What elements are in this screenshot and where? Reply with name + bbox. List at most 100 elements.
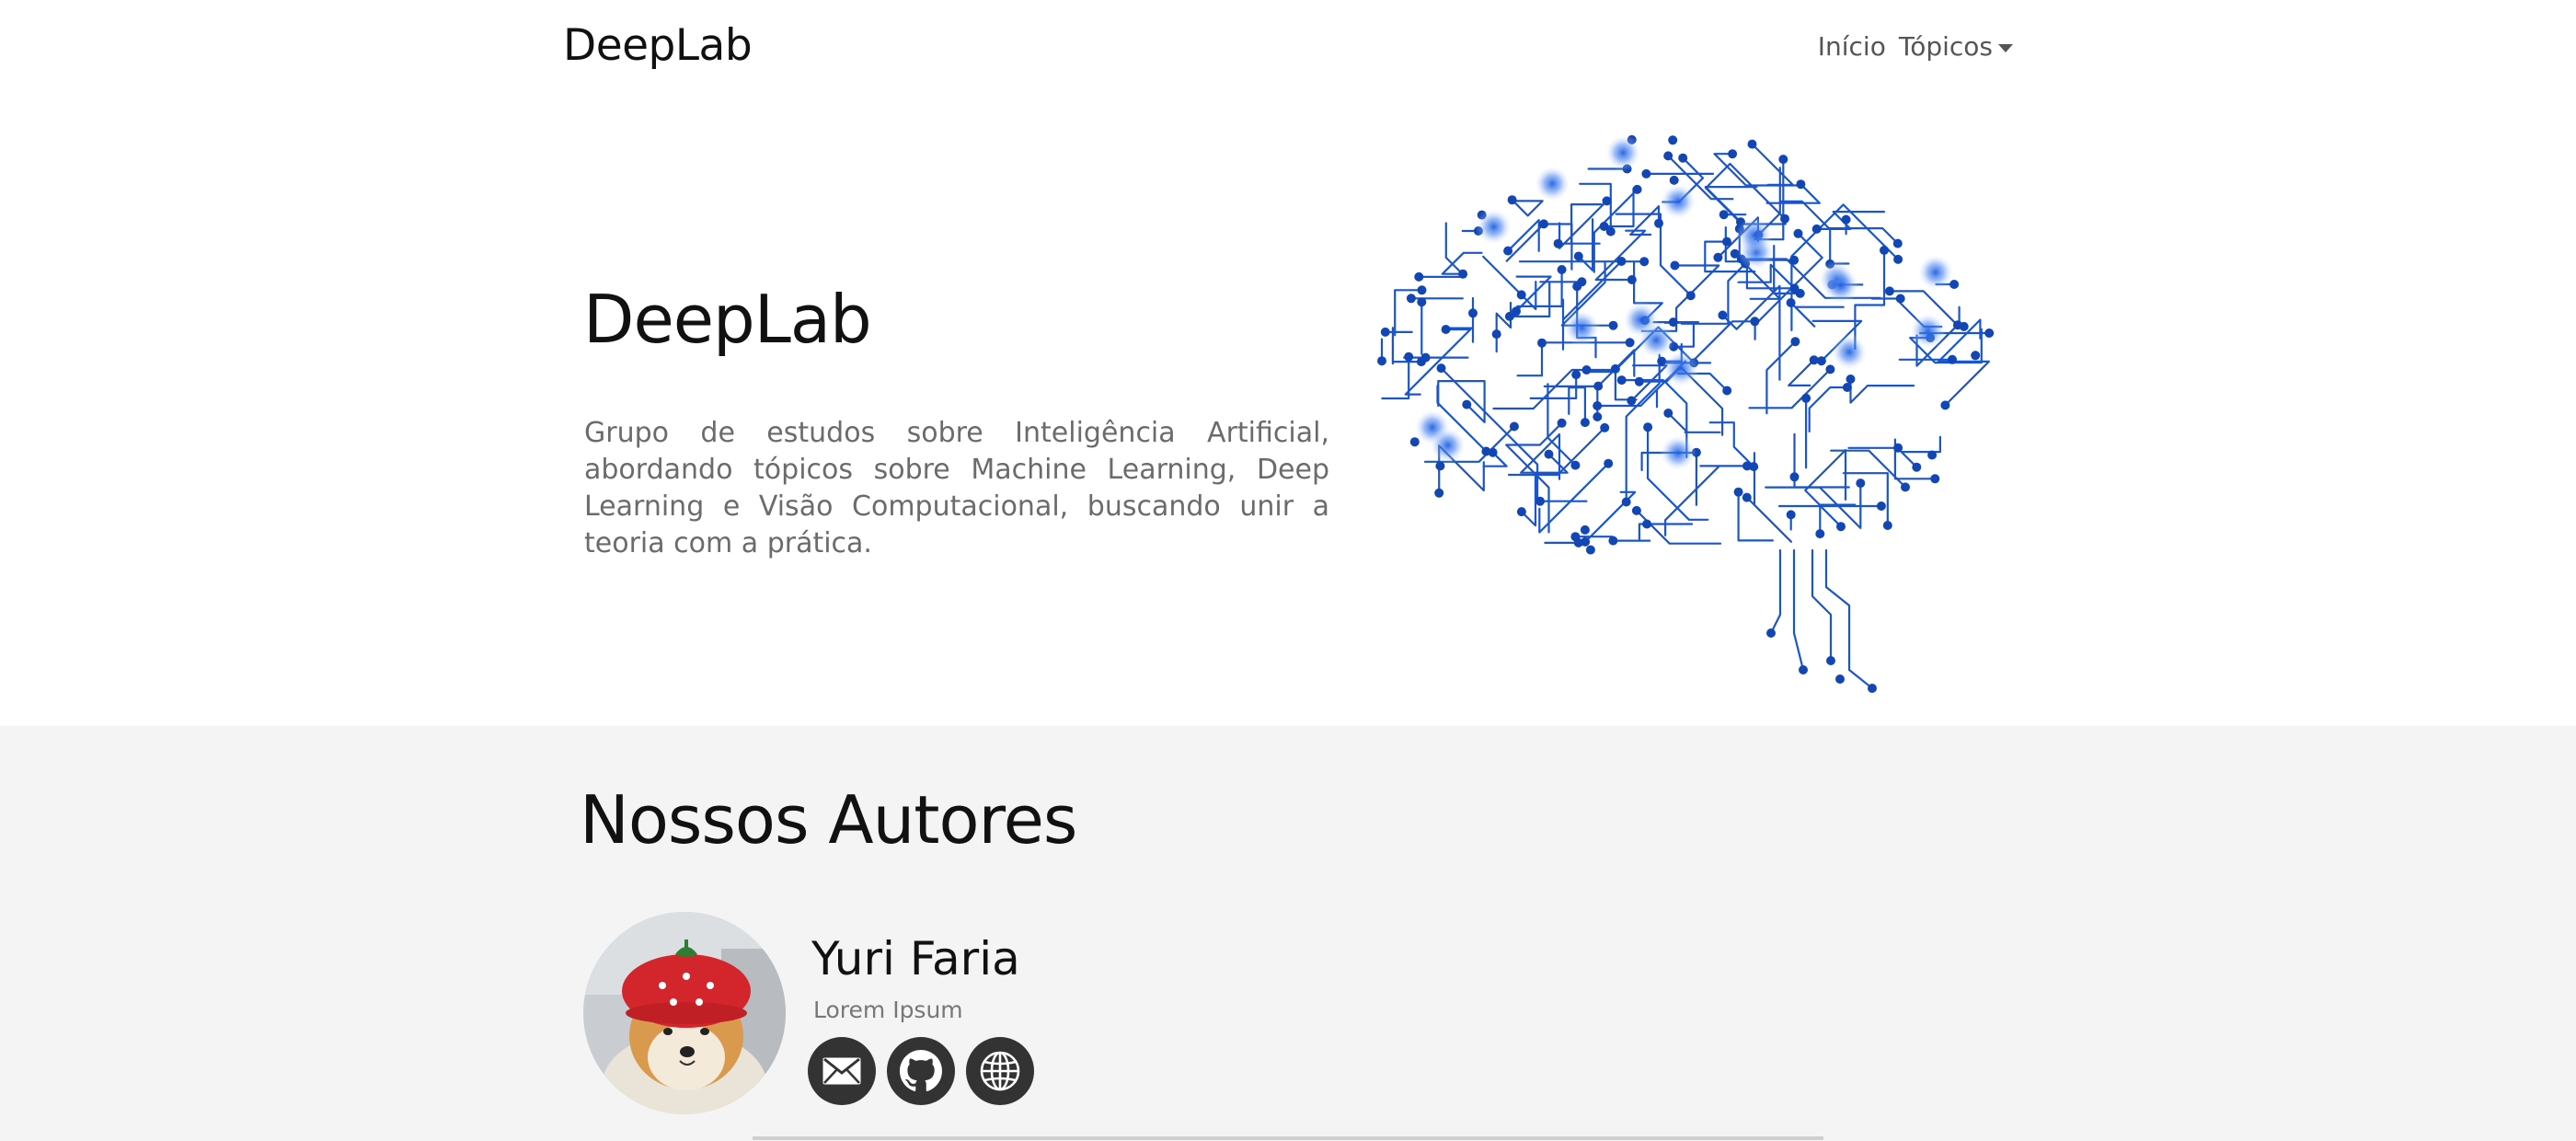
- circuit-node: [1641, 168, 1651, 179]
- brand-logo[interactable]: DeepLab: [563, 20, 753, 71]
- circuit-trace: [1516, 341, 1544, 377]
- circuit-node: [1856, 478, 1866, 489]
- divider: [753, 1136, 1823, 1140]
- email-icon: [822, 1057, 861, 1085]
- circuit-trace: [1769, 548, 1782, 635]
- circuit-node: [1801, 393, 1811, 403]
- circuit-node: [1621, 497, 1631, 507]
- globe-icon: [980, 1051, 1020, 1091]
- circuit-node: [1600, 422, 1610, 432]
- circuit-node: [1420, 352, 1431, 363]
- circuit-node: [1786, 298, 1796, 307]
- circuit-node: [1786, 510, 1796, 520]
- circuit-node: [1959, 321, 1969, 331]
- nav-dropdown-topicos[interactable]: Tópicos: [1899, 31, 2013, 62]
- circuit-glow: [1604, 134, 1642, 171]
- circuit-node: [1380, 327, 1390, 337]
- circuit-node: [1634, 376, 1644, 386]
- circuit-node: [1404, 352, 1414, 362]
- github-icon: [900, 1050, 942, 1091]
- circuit-node: [1796, 179, 1806, 190]
- author-social-links: [808, 1037, 1034, 1105]
- circuit-node: [1685, 291, 1696, 301]
- circuit-node: [1790, 337, 1800, 347]
- circuit-node: [1516, 507, 1526, 517]
- circuit-node: [1795, 288, 1805, 298]
- circuit-node: [1507, 195, 1517, 205]
- circuit-node: [1895, 294, 1905, 304]
- circuit-node: [1639, 257, 1650, 267]
- authors-heading: Nossos Autores: [580, 781, 1077, 859]
- circuit-node: [1722, 236, 1731, 247]
- circuit-node: [1572, 282, 1582, 292]
- circuit-glow: [1638, 321, 1675, 359]
- circuit-trace: [1543, 385, 1599, 419]
- circuit-node: [1512, 306, 1521, 317]
- circuit-node: [1893, 254, 1903, 264]
- circuit-node: [1604, 458, 1614, 468]
- circuit-trace: [1708, 421, 1755, 468]
- circuit-glow: [1659, 434, 1696, 472]
- circuit-glow: [1831, 333, 1869, 371]
- circuit-node: [1718, 310, 1728, 320]
- navbar: DeepLab Início Tópicos: [0, 0, 2576, 96]
- circuit-node: [1663, 151, 1673, 161]
- circuit-node: [1509, 421, 1519, 432]
- circuit-trace: [1824, 548, 1874, 690]
- circuit-trace: [1748, 368, 1832, 409]
- circuit-node: [1733, 487, 1743, 497]
- circuit-glow: [1909, 312, 1947, 350]
- avatar: [583, 912, 786, 1114]
- circuit-node: [1516, 290, 1526, 300]
- circuit-trace: [1594, 229, 1647, 282]
- circuit-node: [1417, 285, 1427, 295]
- circuit-node: [1458, 269, 1468, 279]
- circuit-node: [1593, 412, 1603, 421]
- circuit-node: [1984, 328, 1995, 338]
- circuit-node: [1491, 329, 1501, 340]
- circuit-glow: [1475, 208, 1512, 246]
- circuit-trace: [1482, 255, 1537, 311]
- circuit-node: [1719, 210, 1729, 220]
- circuit-node: [1593, 381, 1604, 391]
- circuit-node: [1948, 354, 1957, 364]
- circuit-glow: [1660, 182, 1696, 220]
- circuit-node: [1414, 271, 1424, 282]
- circuit-node: [1503, 246, 1513, 256]
- circuit-node: [1722, 386, 1732, 396]
- nav-links: Início Tópicos: [1818, 31, 2013, 62]
- website-link[interactable]: [966, 1037, 1034, 1105]
- circuit-trace: [1765, 340, 1797, 415]
- circuit-glow: [1662, 350, 1700, 387]
- caret-down-icon: [1998, 43, 2013, 52]
- circuit-node: [1406, 294, 1416, 304]
- github-link[interactable]: [887, 1037, 955, 1105]
- circuit-node: [1846, 375, 1856, 384]
- circuit-node: [1826, 656, 1835, 665]
- circuit-node: [1544, 449, 1554, 459]
- circuit-node: [1841, 214, 1851, 225]
- circuit-node: [1670, 260, 1680, 271]
- circuit-glow: [1735, 216, 1773, 254]
- circuit-glow: [1563, 309, 1601, 347]
- nav-link-inicio[interactable]: Início: [1818, 31, 1886, 62]
- circuit-node: [1825, 364, 1835, 375]
- circuit-node: [1880, 246, 1889, 255]
- nav-link-topicos-label: Tópicos: [1898, 31, 1993, 62]
- circuit-node: [1749, 462, 1759, 472]
- circuit-node: [1842, 383, 1852, 392]
- circuit-node: [1593, 401, 1603, 410]
- circuit-node: [1892, 238, 1903, 248]
- circuit-node: [1713, 252, 1723, 262]
- circuit-node: [1599, 222, 1609, 231]
- circuit-node: [1940, 400, 1950, 410]
- circuit-trace: [1511, 199, 1544, 217]
- email-link[interactable]: [808, 1037, 876, 1105]
- circuit-node: [1654, 218, 1663, 228]
- author-role: Lorem Ipsum: [813, 997, 963, 1023]
- circuit-node: [1608, 320, 1618, 330]
- circuit-node: [1893, 443, 1903, 453]
- circuit-node: [1436, 363, 1446, 374]
- circuit-node: [1585, 545, 1595, 555]
- circuit-node: [1417, 297, 1427, 307]
